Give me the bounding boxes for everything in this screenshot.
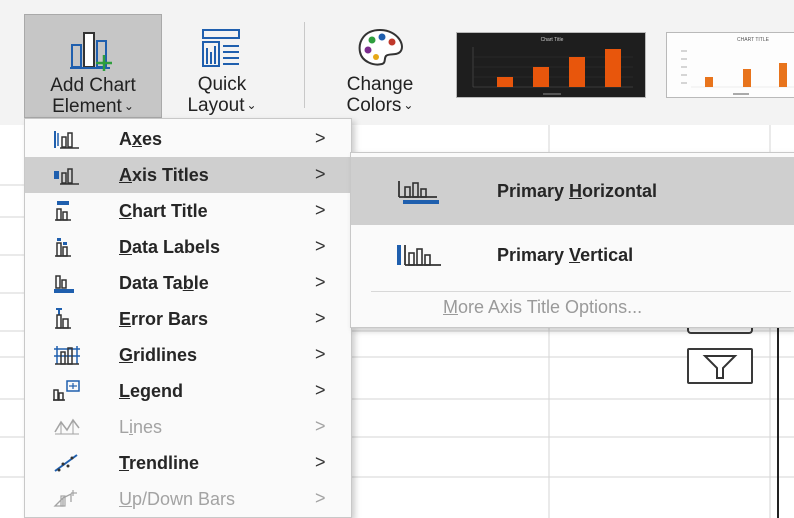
submenu-arrow-icon: > xyxy=(315,200,326,220)
menu-item-label: Data Table xyxy=(119,273,209,293)
menu-item-label: Axes xyxy=(119,129,163,149)
submenu-arrow-icon: > xyxy=(315,164,326,184)
chart-style-bar xyxy=(779,63,787,87)
chart-filters-button[interactable] xyxy=(687,348,753,384)
menu-item-label: Error Bars xyxy=(119,309,209,329)
chart-style-bar xyxy=(497,77,513,87)
data-labels-icon xyxy=(55,238,71,257)
add-chart-element-button[interactable]: Add Chart Element ⌄ xyxy=(24,14,162,118)
quick-layout-label-text: Layout xyxy=(187,95,245,116)
chart-style-bar xyxy=(569,57,585,87)
menu-item-label: Data Labels xyxy=(119,237,221,257)
menu-item-data-labels[interactable]: Data Labels > xyxy=(25,229,351,265)
trendline-icon xyxy=(54,454,78,472)
chart-style-title: CHART TITLE xyxy=(737,37,770,43)
add-chart-element-icon xyxy=(70,32,112,71)
submenu-arrow-icon: > xyxy=(315,380,326,400)
gridlines-icon xyxy=(54,346,80,365)
error-bars-icon xyxy=(55,308,71,329)
add-chart-element-label-line2: Element ⌄ xyxy=(25,96,161,117)
quick-layout-icon xyxy=(202,29,240,67)
menu-item-label: Trendline xyxy=(119,453,200,473)
chevron-down-icon: ⌄ xyxy=(246,98,257,112)
color-palette-icon xyxy=(358,28,403,66)
menu-item-gridlines[interactable]: Gridlines > xyxy=(25,337,351,373)
add-chart-element-menu: Axes > Axis Titles > Chart Title > Data … xyxy=(24,118,352,518)
change-colors-label-text: Colors xyxy=(346,95,402,116)
primary-vertical-axis-title-icon xyxy=(397,245,441,266)
submenu-item-label: Primary Horizontal xyxy=(497,181,658,201)
submenu-arrow-icon: > xyxy=(315,344,326,364)
add-chart-element-label-line1: Add Chart xyxy=(50,75,136,96)
menu-item-label: Lines xyxy=(119,417,163,437)
axes-icon xyxy=(54,131,79,149)
menu-item-axis-titles[interactable]: Axis Titles > xyxy=(25,157,351,193)
chart-style-title: Chart Title xyxy=(541,37,564,43)
submenu-item-primary-horizontal[interactable]: Primary Horizontal xyxy=(351,157,794,225)
change-colors-label-line2: Colors ⌄ xyxy=(324,95,436,116)
menu-item-data-table[interactable]: Data Table > xyxy=(25,265,351,301)
menu-item-lines: Lines > xyxy=(25,409,351,445)
change-colors-button[interactable]: Change Colors ⌄ xyxy=(324,14,436,118)
submenu-arrow-icon: > xyxy=(315,452,326,472)
submenu-item-label: Primary Vertical xyxy=(497,245,634,265)
submenu-arrow-icon: > xyxy=(315,416,326,436)
menu-item-label: Legend xyxy=(119,381,184,401)
primary-horizontal-axis-title-icon xyxy=(398,181,439,204)
menu-item-trendline[interactable]: Trendline > xyxy=(25,445,351,481)
menu-item-label: Gridlines xyxy=(119,345,198,365)
submenu-arrow-icon: > xyxy=(315,272,326,292)
quick-layout-label-line1: Quick xyxy=(197,74,247,95)
change-colors-label-line1: Change xyxy=(346,74,414,95)
ribbon-separator xyxy=(304,22,305,108)
menu-item-up-down-bars: Up/Down Bars > xyxy=(25,481,351,517)
data-table-icon xyxy=(54,275,74,293)
lines-icon xyxy=(54,418,80,435)
menu-item-legend[interactable]: Legend > xyxy=(25,373,351,409)
chevron-down-icon: ⌄ xyxy=(403,98,414,112)
chart-style-thumbnail-1[interactable]: Chart Title xyxy=(456,32,646,98)
chart-style-preview-light: CHART TITLE xyxy=(681,37,794,95)
menu-item-axes[interactable]: Axes > xyxy=(25,121,351,157)
chart-style-bar xyxy=(705,77,713,87)
menu-item-chart-title[interactable]: Chart Title > xyxy=(25,193,351,229)
add-chart-element-label-text: Element xyxy=(52,96,122,117)
more-axis-title-options[interactable]: More Axis Title Options... xyxy=(443,297,642,318)
filter-funnel-icon xyxy=(702,355,738,379)
submenu-arrow-icon: > xyxy=(315,236,326,256)
chart-style-bar xyxy=(605,49,621,87)
chart-style-bar xyxy=(533,67,549,87)
chart-title-icon xyxy=(55,201,71,221)
menu-item-label: Up/Down Bars xyxy=(119,489,236,509)
quick-layout-label-line2: Layout ⌄ xyxy=(166,95,278,116)
submenu-arrow-icon: > xyxy=(315,488,326,508)
menu-item-label: Axis Titles xyxy=(119,165,209,185)
ribbon: Add Chart Element ⌄ Quick Layout ⌄ Change xyxy=(0,0,794,125)
chart-style-thumbnail-2[interactable]: CHART TITLE xyxy=(666,32,794,98)
submenu-arrow-icon: > xyxy=(315,308,326,328)
menu-item-error-bars[interactable]: Error Bars > xyxy=(25,301,351,337)
axis-titles-icon xyxy=(54,168,79,185)
legend-icon xyxy=(53,380,80,401)
axis-titles-submenu: Primary Horizontal Primary Vertical More… xyxy=(350,152,794,328)
chart-style-bar xyxy=(743,69,751,87)
submenu-separator xyxy=(371,291,791,292)
chart-style-preview-dark: Chart Title xyxy=(472,37,633,95)
submenu-item-primary-vertical[interactable]: Primary Vertical xyxy=(351,221,794,289)
menu-item-label: Chart Title xyxy=(119,201,208,221)
chevron-down-icon: ⌄ xyxy=(123,99,134,113)
up-down-bars-icon xyxy=(53,490,77,507)
quick-layout-button[interactable]: Quick Layout ⌄ xyxy=(166,14,278,118)
submenu-arrow-icon: > xyxy=(315,128,326,148)
